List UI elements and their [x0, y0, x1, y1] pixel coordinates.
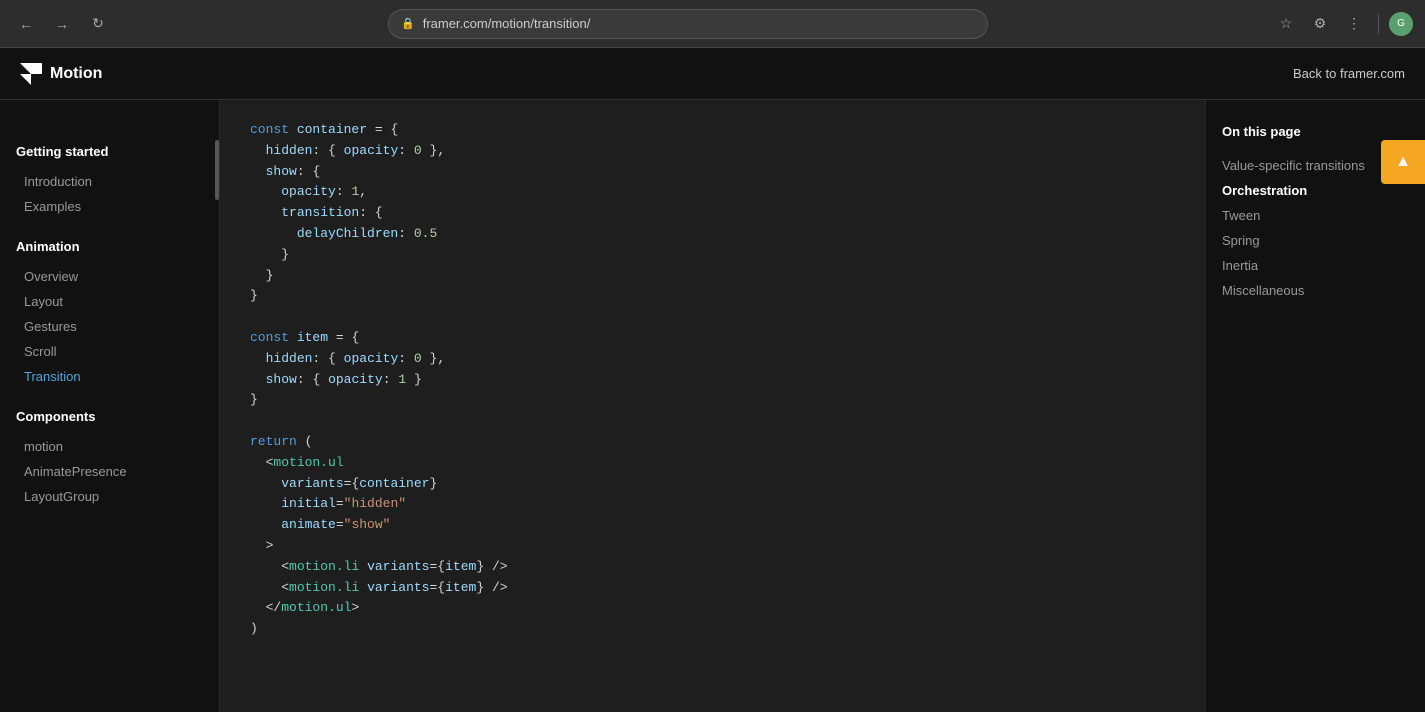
logo-icon [20, 63, 42, 85]
scroll-top-icon: ▲ [1395, 153, 1411, 171]
sidebar-item-examples[interactable]: Examples [16, 194, 203, 219]
code-line: ) [250, 619, 1175, 640]
code-line: hidden: { opacity: 0 }, [250, 141, 1175, 162]
sidebar-item-layout[interactable]: Layout [16, 289, 203, 314]
security-icon: 🔒 [401, 17, 415, 30]
forward-button[interactable]: → [48, 10, 76, 38]
on-this-page-title: On this page [1222, 124, 1409, 139]
sidebar-item-gestures[interactable]: Gestures [16, 314, 203, 339]
code-line: } [250, 266, 1175, 287]
code-line: } [250, 286, 1175, 307]
code-line: show: { opacity: 1 } [250, 370, 1175, 391]
code-line: return ( [250, 432, 1175, 453]
code-line: const item = { [250, 328, 1175, 349]
top-nav: Motion Back to framer.com [0, 48, 1425, 100]
bookmark-button[interactable]: ☆ [1272, 10, 1300, 38]
sidebar-item-overview[interactable]: Overview [16, 264, 203, 289]
sidebar-item-introduction[interactable]: Introduction [16, 169, 203, 194]
logo-text: Motion [50, 65, 102, 83]
sidebar-item-scroll[interactable]: Scroll [16, 339, 203, 364]
page: Motion Back to framer.com Getting starte… [0, 48, 1425, 712]
code-line: opacity: 1, [250, 182, 1175, 203]
floating-scroll-top-button[interactable]: ▲ [1381, 140, 1425, 184]
code-line: } [250, 245, 1175, 266]
code-line: initial="hidden" [250, 494, 1175, 515]
toc-item-tween[interactable]: Tween [1222, 203, 1409, 228]
code-line: variants={container} [250, 474, 1175, 495]
code-line: const container = { [250, 120, 1175, 141]
browser-actions: ☆ ⚙ ⋮ G [1272, 10, 1413, 38]
address-bar[interactable]: 🔒 framer.com/motion/transition/ [388, 9, 988, 39]
sidebar-item-layout-group[interactable]: LayoutGroup [16, 484, 203, 509]
right-sidebar: On this page Value-specific transitions … [1205, 100, 1425, 712]
back-to-framer-link[interactable]: Back to framer.com [1293, 66, 1405, 81]
sidebar-section-getting-started: Getting started [16, 144, 203, 159]
back-button[interactable]: ← [12, 10, 40, 38]
logo[interactable]: Motion [20, 63, 102, 85]
more-button[interactable]: ⋮ [1340, 10, 1368, 38]
url-text: framer.com/motion/transition/ [423, 16, 591, 31]
refresh-button[interactable]: ↻ [84, 10, 112, 38]
code-line: <motion.ul [250, 453, 1175, 474]
sidebar-section-components: Components [16, 409, 203, 424]
separator [1378, 14, 1379, 34]
code-line: <motion.li variants={item} /> [250, 557, 1175, 578]
sidebar-scrollbar-thumb[interactable] [215, 140, 219, 200]
main-content: Getting started Introduction Examples An… [0, 100, 1425, 712]
sidebar-scrollbar [215, 100, 219, 712]
browser-chrome: ← → ↻ 🔒 framer.com/motion/transition/ ☆ … [0, 0, 1425, 48]
code-line: <motion.li variants={item} /> [250, 578, 1175, 599]
code-line: delayChildren: 0.5 [250, 224, 1175, 245]
sidebar-section-animation: Animation [16, 239, 203, 254]
code-area: const container = { hidden: { opacity: 0… [220, 100, 1205, 712]
code-line: animate="show" [250, 515, 1175, 536]
toc-item-miscellaneous[interactable]: Miscellaneous [1222, 278, 1409, 303]
code-line: > [250, 536, 1175, 557]
code-line: show: { [250, 162, 1175, 183]
avatar: G [1389, 12, 1413, 36]
code-line: transition: { [250, 203, 1175, 224]
toc-item-inertia[interactable]: Inertia [1222, 253, 1409, 278]
empty-line [250, 307, 1175, 328]
toc-item-spring[interactable]: Spring [1222, 228, 1409, 253]
code-line: </motion.ul> [250, 598, 1175, 619]
sidebar-item-animate-presence[interactable]: AnimatePresence [16, 459, 203, 484]
code-line: } [250, 390, 1175, 411]
empty-line [250, 411, 1175, 432]
sidebar-item-transition[interactable]: Transition [16, 364, 203, 389]
sidebar-item-motion[interactable]: motion [16, 434, 203, 459]
code-line: hidden: { opacity: 0 }, [250, 349, 1175, 370]
code-block-1: const container = { hidden: { opacity: 0… [250, 120, 1175, 640]
extensions-button[interactable]: ⚙ [1306, 10, 1334, 38]
sidebar: Getting started Introduction Examples An… [0, 100, 220, 712]
